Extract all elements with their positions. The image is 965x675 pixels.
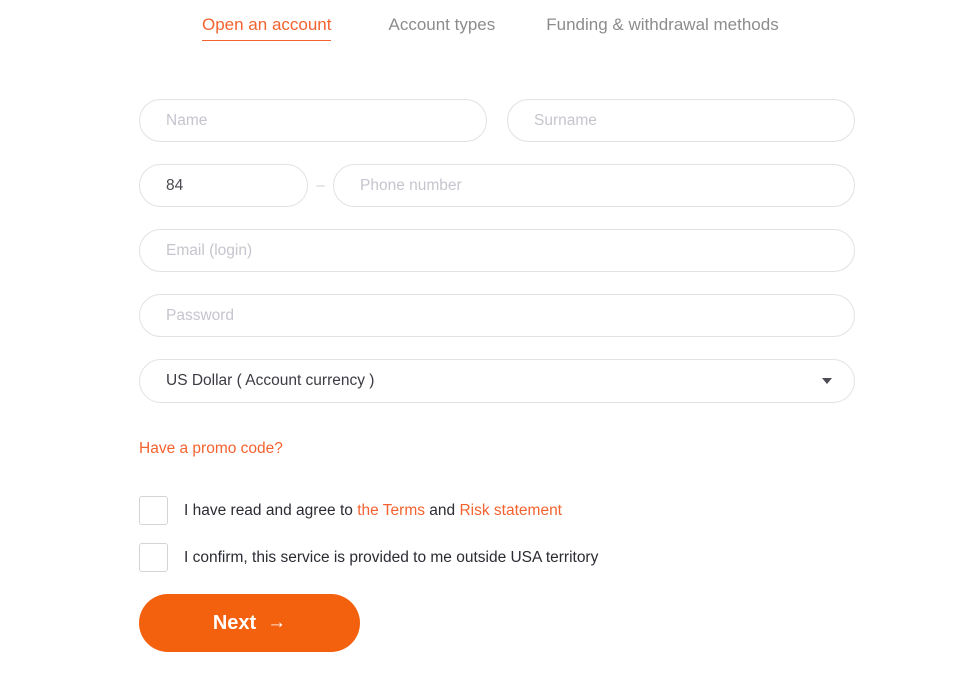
name-row [139, 99, 855, 142]
agreements-group: I have read and agree to the Terms and R… [139, 496, 855, 572]
tab-funding-withdrawal-methods[interactable]: Funding & withdrawal methods [546, 14, 778, 36]
next-button[interactable]: Next → [139, 594, 360, 652]
country-code-input[interactable] [139, 164, 308, 207]
tab-bar: Open an account Account types Funding & … [0, 0, 965, 41]
agreement-terms-row: I have read and agree to the Terms and R… [139, 496, 855, 525]
tab-account-types[interactable]: Account types [388, 14, 495, 36]
phone-row: – [139, 164, 855, 207]
password-row [139, 294, 855, 337]
phone-separator: – [316, 177, 325, 194]
arrow-right-icon: → [267, 612, 287, 633]
terms-text-middle: and [425, 501, 460, 519]
currency-selected-value: US Dollar ( Account currency ) [166, 372, 375, 389]
email-row [139, 229, 855, 272]
terms-link[interactable]: the Terms [357, 502, 425, 519]
risk-statement-link[interactable]: Risk statement [459, 502, 562, 519]
territory-checkbox[interactable] [139, 543, 168, 572]
next-button-label: Next [212, 611, 257, 634]
agreement-territory-row: I confirm, this service is provided to m… [139, 543, 855, 572]
password-input[interactable] [139, 294, 855, 337]
registration-form: – US Dollar ( Account currency ) Have a … [139, 99, 855, 652]
terms-label: I have read and agree to the Terms and R… [184, 501, 562, 521]
promo-code-link[interactable]: Have a promo code? [139, 440, 283, 458]
territory-label: I confirm, this service is provided to m… [184, 548, 599, 566]
signup-page: Open an account Account types Funding & … [0, 0, 965, 675]
email-input[interactable] [139, 229, 855, 272]
currency-select-wrapper: US Dollar ( Account currency ) [139, 359, 855, 403]
currency-select[interactable]: US Dollar ( Account currency ) [139, 359, 855, 403]
surname-input[interactable] [507, 99, 855, 142]
phone-number-input[interactable] [333, 164, 855, 207]
terms-text-before: I have read and agree to [184, 501, 358, 519]
tab-open-an-account[interactable]: Open an account [202, 14, 332, 41]
terms-checkbox[interactable] [139, 496, 168, 525]
name-input[interactable] [139, 99, 487, 142]
